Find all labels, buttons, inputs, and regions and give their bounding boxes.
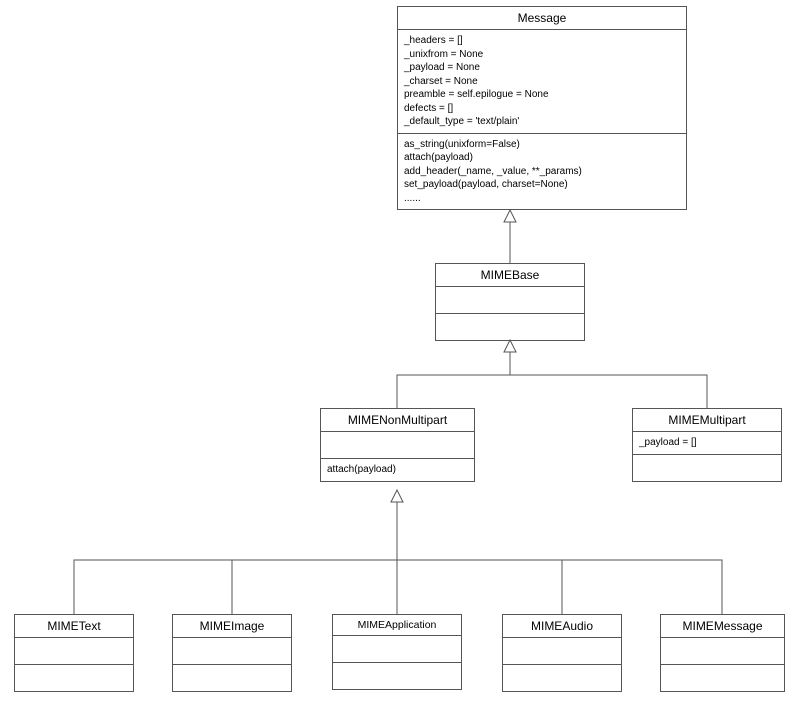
class-mimemessage: MIMEMessage xyxy=(660,614,785,692)
class-mimetext: MIMEText xyxy=(14,614,134,692)
arrow-mimebase-message xyxy=(504,210,516,222)
class-mimebase-attrs xyxy=(436,287,584,314)
class-mimemessage-methods xyxy=(661,665,784,691)
class-mimeaudio-name: MIMEAudio xyxy=(503,615,621,638)
class-mimetext-attrs xyxy=(15,638,133,665)
class-mimeaudio: MIMEAudio xyxy=(502,614,622,692)
class-mimemultipart-attrs: _payload = [] xyxy=(633,432,781,455)
class-message-methods: as_string(unixform=False) attach(payload… xyxy=(398,134,686,210)
edge-mimebase-branch xyxy=(397,375,707,408)
class-mimeaudio-attrs xyxy=(503,638,621,665)
class-mimemultipart: MIMEMultipart _payload = [] xyxy=(632,408,782,482)
class-mimeapplication: MIMEApplication xyxy=(332,614,462,690)
class-mimebase-methods xyxy=(436,314,584,340)
class-mimebase: MIMEBase xyxy=(435,263,585,341)
arrow-children-mimebase xyxy=(504,340,516,352)
class-mimeaudio-methods xyxy=(503,665,621,691)
class-mimeapplication-name: MIMEApplication xyxy=(333,615,461,636)
class-mimemessage-attrs xyxy=(661,638,784,665)
class-mimenonmultipart: MIMENonMultipart attach(payload) xyxy=(320,408,475,482)
class-mimeimage-name: MIMEImage xyxy=(173,615,291,638)
class-mimeimage-methods xyxy=(173,665,291,691)
edge-leaves-outer xyxy=(74,560,722,614)
class-mimetext-methods xyxy=(15,665,133,691)
class-mimenonmultipart-attrs xyxy=(321,432,474,459)
arrow-leaves-nonmultipart xyxy=(391,490,403,502)
class-mimemultipart-name: MIMEMultipart xyxy=(633,409,781,432)
class-mimeapplication-methods xyxy=(333,663,461,689)
class-mimenonmultipart-name: MIMENonMultipart xyxy=(321,409,474,432)
class-mimetext-name: MIMEText xyxy=(15,615,133,638)
class-mimemultipart-methods xyxy=(633,455,781,481)
class-message: Message _headers = [] _unixfrom = None _… xyxy=(397,6,687,210)
class-mimemessage-name: MIMEMessage xyxy=(661,615,784,638)
class-mimeimage: MIMEImage xyxy=(172,614,292,692)
class-mimebase-name: MIMEBase xyxy=(436,264,584,287)
class-message-name: Message xyxy=(398,7,686,30)
class-message-attrs: _headers = [] _unixfrom = None _payload … xyxy=(398,30,686,134)
class-mimenonmultipart-methods: attach(payload) xyxy=(321,459,474,481)
class-mimeimage-attrs xyxy=(173,638,291,665)
class-mimeapplication-attrs xyxy=(333,636,461,663)
